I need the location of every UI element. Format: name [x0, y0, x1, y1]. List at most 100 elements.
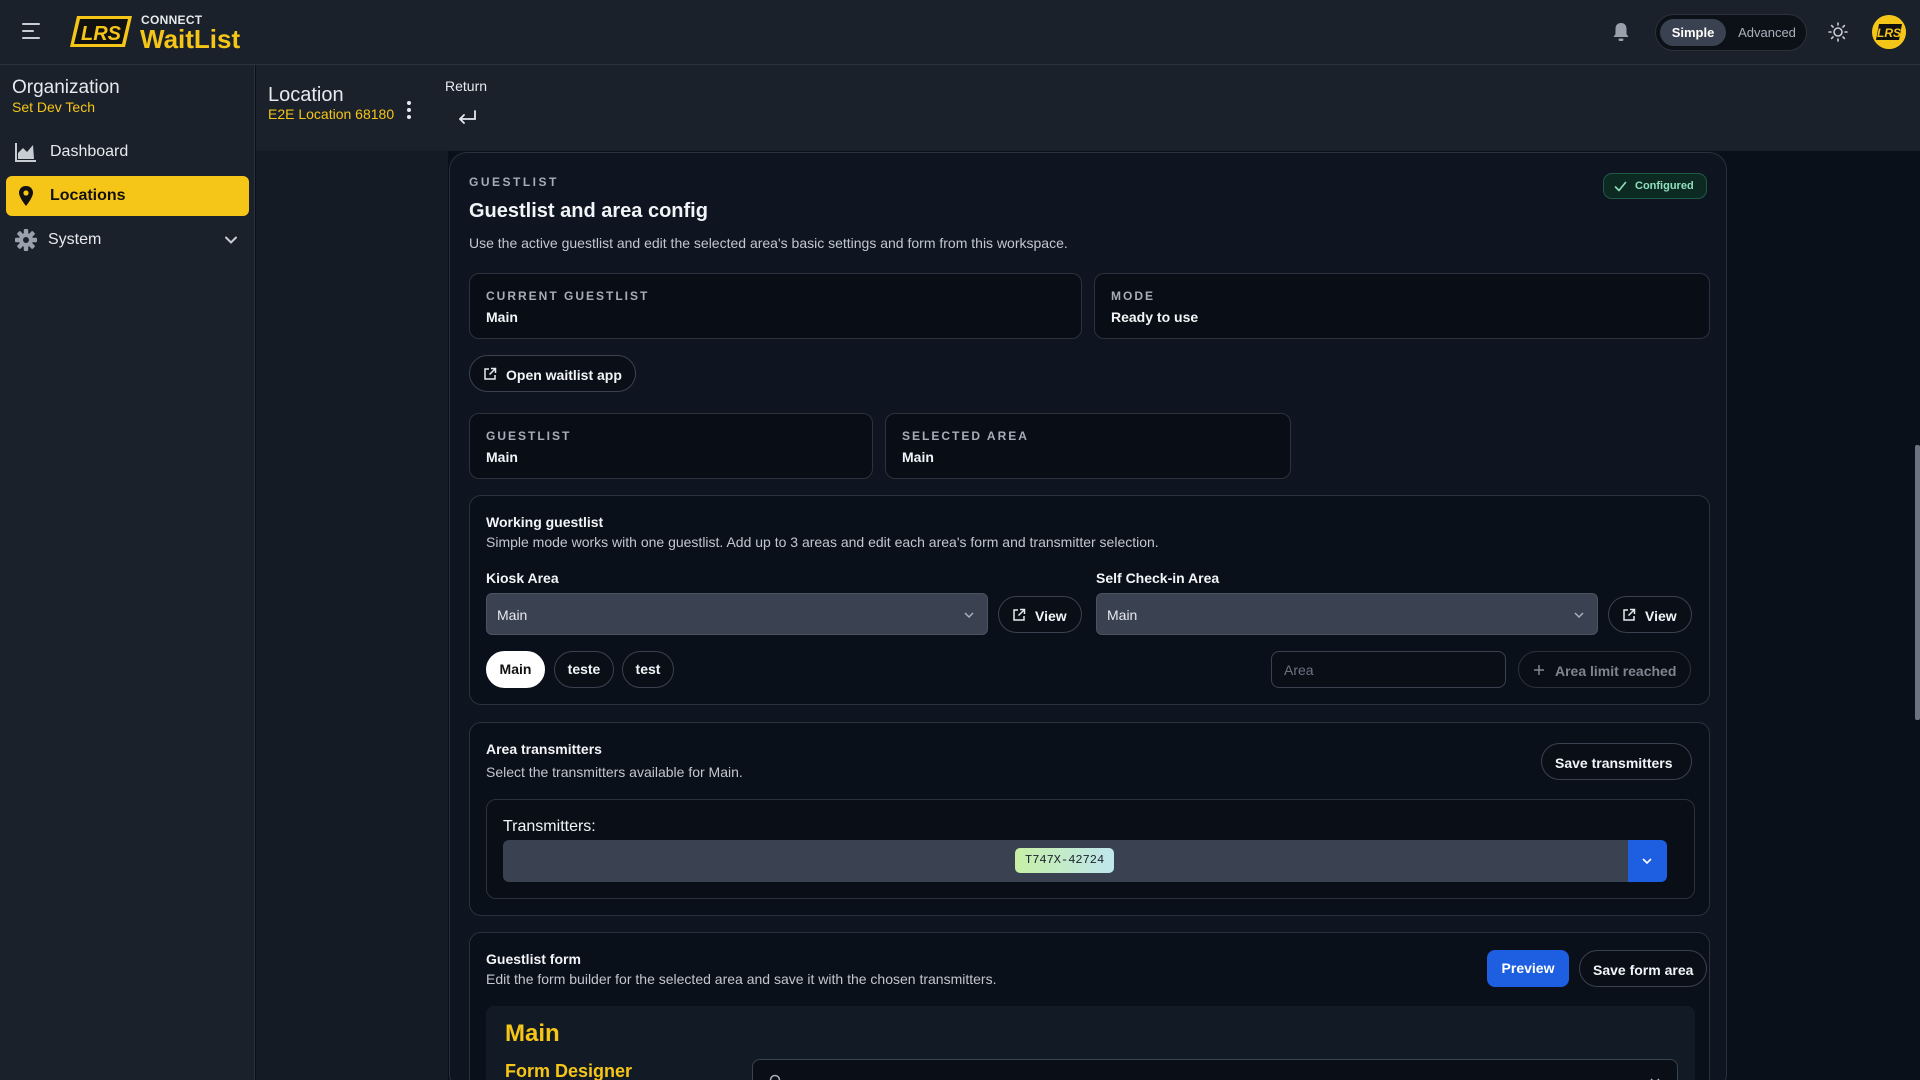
chevron-down-icon	[1574, 612, 1584, 619]
sidebar-item-dashboard[interactable]: Dashboard	[6, 132, 249, 172]
sidebar-item-system[interactable]: System	[6, 220, 249, 260]
lrs-logo: LRS	[70, 16, 132, 47]
avatar[interactable]: LRS	[1872, 15, 1906, 49]
working-guestlist-panel: Working guestlist Simple mode works with…	[469, 495, 1710, 705]
stat-value: Ready to use	[1111, 309, 1199, 325]
panel-title: Guestlist form	[486, 951, 581, 967]
sidebar-item-locations[interactable]: Locations	[6, 176, 249, 216]
area-chip-main[interactable]: Main	[486, 651, 545, 688]
select-value: Main	[497, 607, 528, 623]
open-waitlist-app-button[interactable]: Open waitlist app	[469, 355, 636, 392]
stat-value: Main	[486, 449, 518, 465]
stat-key: MODE	[1111, 289, 1155, 303]
panel-description: Select the transmitters available for Ma…	[486, 764, 743, 780]
external-link-icon	[1623, 608, 1636, 621]
self-checkin-view-button[interactable]: View	[1608, 596, 1692, 633]
map-pin-icon	[19, 186, 33, 206]
chevron-down-icon	[964, 612, 974, 619]
mode-stat: MODE Ready to use	[1094, 273, 1710, 339]
transmitters-field: Transmitters: T747X-42724	[486, 799, 1695, 899]
transmitters-dropdown-button[interactable]	[1628, 840, 1667, 882]
transmitter-tag[interactable]: T747X-42724	[1015, 848, 1115, 873]
chart-area-icon	[15, 143, 36, 162]
kiosk-area-label: Kiosk Area	[486, 570, 559, 586]
card-title: Guestlist and area config	[469, 200, 708, 222]
kiosk-area-select[interactable]: Main	[486, 593, 988, 635]
sidebar-item-label: Dashboard	[50, 143, 129, 160]
self-checkin-area-select[interactable]: Main	[1096, 593, 1598, 635]
button-label: Area limit reached	[1555, 663, 1677, 679]
kiosk-view-button[interactable]: View	[998, 596, 1082, 633]
org-title: Organization	[12, 77, 120, 98]
menu-icon[interactable]	[22, 22, 42, 40]
mode-toggle: Simple Advanced	[1655, 14, 1807, 51]
button-label: Save form area	[1593, 962, 1694, 978]
avatar-text: LRS	[1877, 26, 1901, 40]
panel-description: Simple mode works with one guestlist. Ad…	[486, 534, 1159, 550]
sun-icon[interactable]	[1828, 22, 1848, 42]
current-guestlist-stat: CURRENT GUESTLIST Main	[469, 273, 1082, 339]
location-title: Location	[268, 84, 344, 106]
check-icon	[1614, 181, 1627, 192]
location-header	[256, 65, 1920, 151]
stat-key: CURRENT GUESTLIST	[486, 289, 650, 303]
sidebar: Organization Set Dev Tech Dashboard Loca…	[0, 65, 255, 1080]
button-label: Open waitlist app	[506, 367, 622, 383]
return-label: Return	[445, 78, 488, 94]
form-designer: Main Form Designer	[486, 1006, 1695, 1080]
area-transmitters-panel: Area transmitters Select the transmitter…	[469, 722, 1710, 916]
external-link-icon	[1013, 608, 1026, 621]
chevron-down-icon	[225, 236, 237, 244]
save-form-area-button[interactable]: Save form area	[1579, 950, 1707, 987]
area-limit-button[interactable]: Area limit reached	[1518, 651, 1691, 688]
top-bar: LRS CONNECT WaitList Simple Advanced LRS	[0, 0, 1920, 65]
preview-button[interactable]: Preview	[1487, 950, 1569, 987]
mode-advanced-button[interactable]: Advanced	[1730, 19, 1804, 46]
designer-title: Main	[505, 1020, 560, 1047]
mode-simple-button[interactable]: Simple	[1660, 19, 1726, 46]
save-transmitters-button[interactable]: Save transmitters	[1541, 743, 1692, 780]
org-name: Set Dev Tech	[12, 99, 96, 115]
selected-area-stat: SELECTED AREA Main	[885, 413, 1291, 479]
transmitters-multiselect[interactable]: T747X-42724	[503, 840, 1628, 882]
external-link-icon	[484, 367, 497, 380]
area-chip-test[interactable]: test	[622, 651, 674, 688]
bell-icon[interactable]	[1612, 22, 1630, 42]
panel-title: Working guestlist	[486, 514, 604, 530]
guestlist-card: GUESTLIST Guestlist and area config Use …	[449, 152, 1727, 1080]
guestlist-stat: GUESTLIST Main	[469, 413, 873, 479]
sidebar-item-label: System	[48, 231, 102, 248]
stat-key: SELECTED AREA	[902, 429, 1029, 443]
designer-select[interactable]	[752, 1059, 1678, 1080]
logo-text: LRS	[81, 23, 122, 45]
select-value: Main	[1107, 607, 1138, 623]
card-eyebrow: GUESTLIST	[469, 175, 559, 189]
stat-value: Main	[486, 309, 518, 325]
left-gutter	[256, 151, 448, 1080]
return-icon[interactable]	[455, 108, 479, 126]
status-badge: Configured	[1603, 173, 1707, 199]
button-label: View	[1035, 608, 1067, 624]
new-area-input[interactable]	[1271, 651, 1506, 688]
brand-title: WaitList	[140, 24, 241, 54]
designer-subtitle: Form Designer	[505, 1061, 633, 1080]
button-label: Save transmitters	[1555, 755, 1673, 771]
chevron-down-icon	[1650, 1078, 1660, 1080]
panel-description: Edit the form builder for the selected a…	[486, 971, 997, 987]
button-label: View	[1645, 608, 1677, 624]
stat-key: GUESTLIST	[486, 429, 572, 443]
status-badge-label: Configured	[1635, 180, 1694, 192]
area-chip-teste[interactable]: teste	[554, 651, 614, 688]
plus-icon	[1534, 665, 1544, 675]
panel-title: Area transmitters	[486, 741, 602, 757]
guestlist-form-panel: Guestlist form Edit the form builder for…	[469, 932, 1710, 1080]
stat-value: Main	[902, 449, 934, 465]
gear-icon	[15, 229, 37, 251]
chevron-down-icon	[1642, 858, 1652, 865]
transmitters-label: Transmitters:	[503, 818, 596, 835]
card-description: Use the active guestlist and edit the se…	[469, 235, 1068, 251]
search-icon	[769, 1074, 781, 1080]
sidebar-item-label: Locations	[50, 187, 126, 204]
more-options-icon[interactable]	[406, 101, 412, 119]
page-scrollbar[interactable]	[1915, 445, 1920, 720]
